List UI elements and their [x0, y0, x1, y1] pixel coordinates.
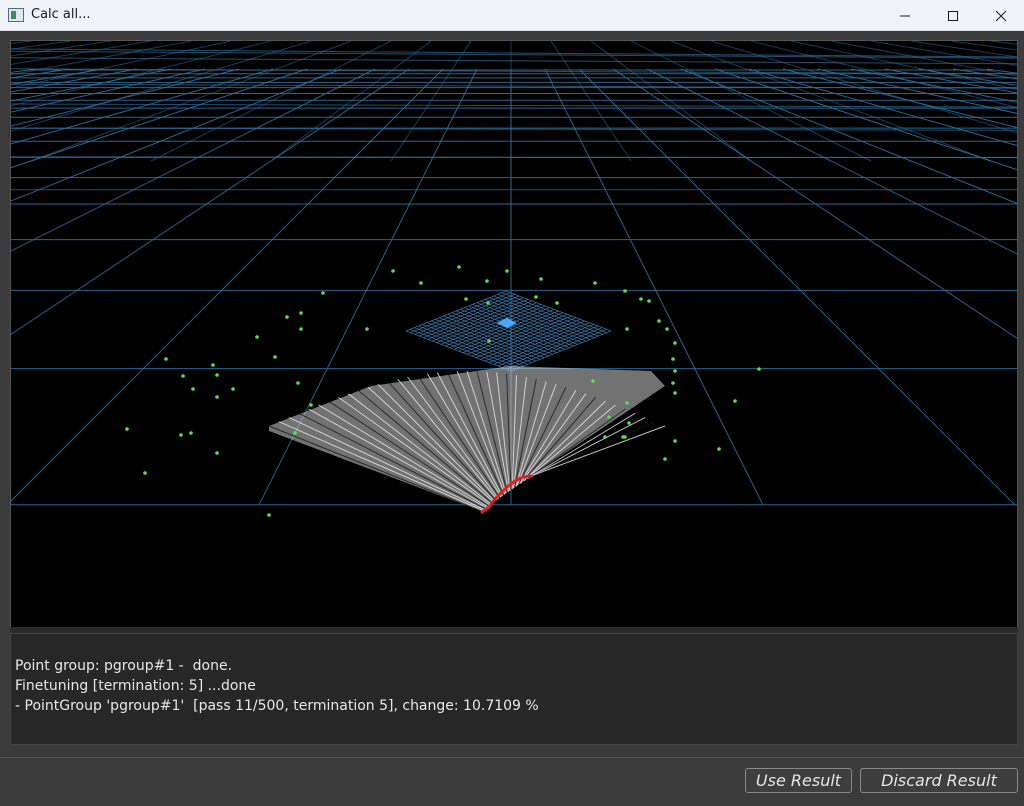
log-line: Finetuning [termination: 5] ...done — [15, 678, 256, 694]
use-result-button[interactable]: Use Result — [745, 768, 852, 793]
scene-canvas[interactable] — [11, 41, 1018, 632]
far-grid — [11, 41, 1017, 191]
app-window: Calc all... Point group: pgroup#1 - done… — [0, 0, 1024, 806]
3d-viewport[interactable] — [10, 40, 1018, 632]
maximize-icon — [948, 10, 958, 21]
minimize-icon — [900, 15, 910, 16]
title-bar: Calc all... — [0, 0, 1024, 31]
log-line: Point group: pgroup#1 - done. — [15, 658, 233, 674]
app-icon — [8, 8, 24, 22]
minimize-button[interactable] — [882, 0, 928, 31]
footer-divider — [0, 757, 1024, 758]
maximize-button[interactable] — [930, 0, 976, 31]
log-panel: Point group: pgroup#1 - done. Finetuning… — [10, 633, 1018, 745]
window-title: Calc all... — [31, 7, 91, 22]
close-icon — [995, 10, 1007, 21]
inner-plane-grid — [405, 290, 612, 372]
log-line: - PointGroup 'pgroup#1' [pass 11/500, te… — [15, 698, 539, 714]
close-button[interactable] — [978, 0, 1024, 31]
result-fan-surface — [268, 366, 666, 515]
discard-result-button[interactable]: Discard Result — [860, 768, 1018, 793]
